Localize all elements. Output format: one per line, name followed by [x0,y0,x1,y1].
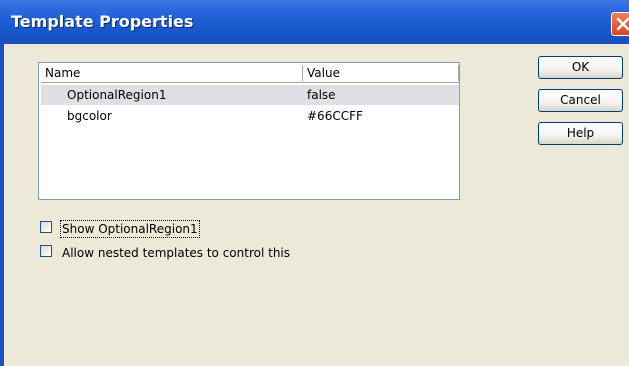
row-name-cell: bgcolor [67,109,112,123]
allow-nested-checkbox[interactable] [40,245,52,257]
table-row[interactable]: OptionalRegion1 false [41,85,459,105]
table-row[interactable]: bgcolor #66CCFF [41,106,459,126]
window-title: Template Properties [11,12,194,31]
list-header: Name Value [41,65,459,83]
row-value-cell: false [307,88,336,102]
allow-nested-label[interactable]: Allow nested templates to control this [62,246,290,260]
help-button[interactable]: Help [538,122,623,145]
row-name-cell: OptionalRegion1 [67,88,167,102]
properties-list[interactable]: Name Value OptionalRegion1 false bgcolor… [38,62,460,200]
cancel-button[interactable]: Cancel [538,89,623,112]
title-bar: Template Properties [0,0,629,44]
column-header-name[interactable]: Name [41,65,303,81]
close-button[interactable] [611,12,629,36]
ok-button[interactable]: OK [538,56,623,79]
close-icon [616,17,629,31]
dialog-client-area: Name Value OptionalRegion1 false bgcolor… [4,44,629,362]
column-header-value[interactable]: Value [303,65,459,81]
show-optionalregion-label[interactable]: Show OptionalRegion1 [60,220,200,238]
show-optionalregion-checkbox[interactable] [40,221,52,233]
row-value-cell: #66CCFF [307,109,363,123]
